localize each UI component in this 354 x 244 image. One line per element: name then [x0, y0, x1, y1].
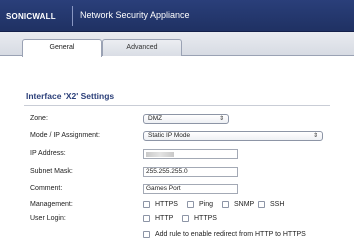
mode-label: Mode / IP Assignment: — [30, 132, 100, 139]
management-snmp-label: SNMP — [234, 201, 255, 208]
redacted-value — [146, 152, 174, 157]
management-label: Management: — [30, 201, 73, 208]
subnet-mask-label: Subnet Mask: — [30, 168, 73, 175]
user-login-label: User Login: — [30, 215, 66, 222]
management-ssh-checkbox[interactable] — [258, 201, 265, 208]
user-login-https-checkbox[interactable] — [182, 215, 189, 222]
zone-label: Zone: — [30, 115, 48, 122]
settings-panel: Interface 'X2' Settings Zone: DMZ ⇕ Mode… — [0, 57, 354, 244]
comment-field[interactable]: Games Port — [143, 184, 238, 194]
management-ping-checkbox[interactable] — [187, 201, 194, 208]
user-login-http-label: HTTP — [155, 215, 174, 222]
app-header: SONICWALL Network Security Appliance — [0, 0, 354, 32]
redirect-checkbox[interactable] — [143, 231, 150, 238]
tab-general[interactable]: General — [22, 39, 102, 57]
sonicwall-logo: SONICWALL — [6, 11, 56, 21]
comment-label: Comment: — [30, 185, 63, 192]
select-arrows-icon: ⇕ — [312, 133, 318, 139]
tab-bar: General Advanced — [0, 32, 354, 57]
management-snmp-checkbox[interactable] — [222, 201, 229, 208]
zone-select[interactable]: DMZ ⇕ — [143, 114, 229, 124]
app-title: Network Security Appliance — [80, 10, 190, 20]
section-title: Interface 'X2' Settings — [26, 91, 115, 101]
ip-address-label: IP Address: — [30, 150, 66, 157]
select-arrows-icon: ⇕ — [218, 116, 224, 122]
zone-select-value: DMZ — [148, 115, 163, 122]
user-login-https-label: HTTPS — [194, 215, 217, 222]
section-divider — [24, 105, 330, 106]
user-login-http-checkbox[interactable] — [143, 215, 150, 222]
tab-advanced[interactable]: Advanced — [102, 39, 182, 56]
management-ssh-label: SSH — [270, 201, 285, 208]
management-ping-label: Ping — [199, 201, 214, 208]
header-divider — [72, 6, 73, 26]
subnet-mask-field[interactable]: 255.255.255.0 — [143, 167, 238, 177]
management-https-label: HTTPS — [155, 201, 178, 208]
mode-select-value: Static IP Mode — [148, 132, 191, 139]
ip-address-field[interactable] — [143, 149, 238, 159]
management-https-checkbox[interactable] — [143, 201, 150, 208]
mode-select[interactable]: Static IP Mode ⇕ — [143, 131, 323, 141]
redirect-label: Add rule to enable redirect from HTTP to… — [155, 231, 306, 238]
